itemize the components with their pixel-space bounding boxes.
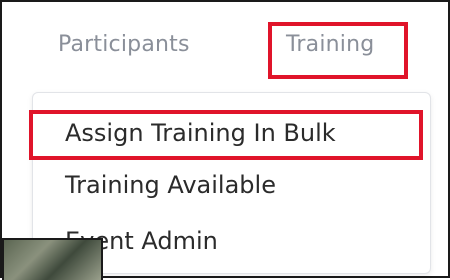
background-photo-thumbnail bbox=[2, 238, 103, 280]
nav-item-participants[interactable]: Participants bbox=[58, 32, 190, 57]
top-nav: Participants Training bbox=[2, 2, 448, 92]
nav-item-training[interactable]: Training bbox=[286, 32, 374, 57]
menu-item-assign-training-in-bulk[interactable]: Assign Training In Bulk bbox=[65, 119, 336, 147]
menu-item-training-available[interactable]: Training Available bbox=[65, 171, 276, 199]
